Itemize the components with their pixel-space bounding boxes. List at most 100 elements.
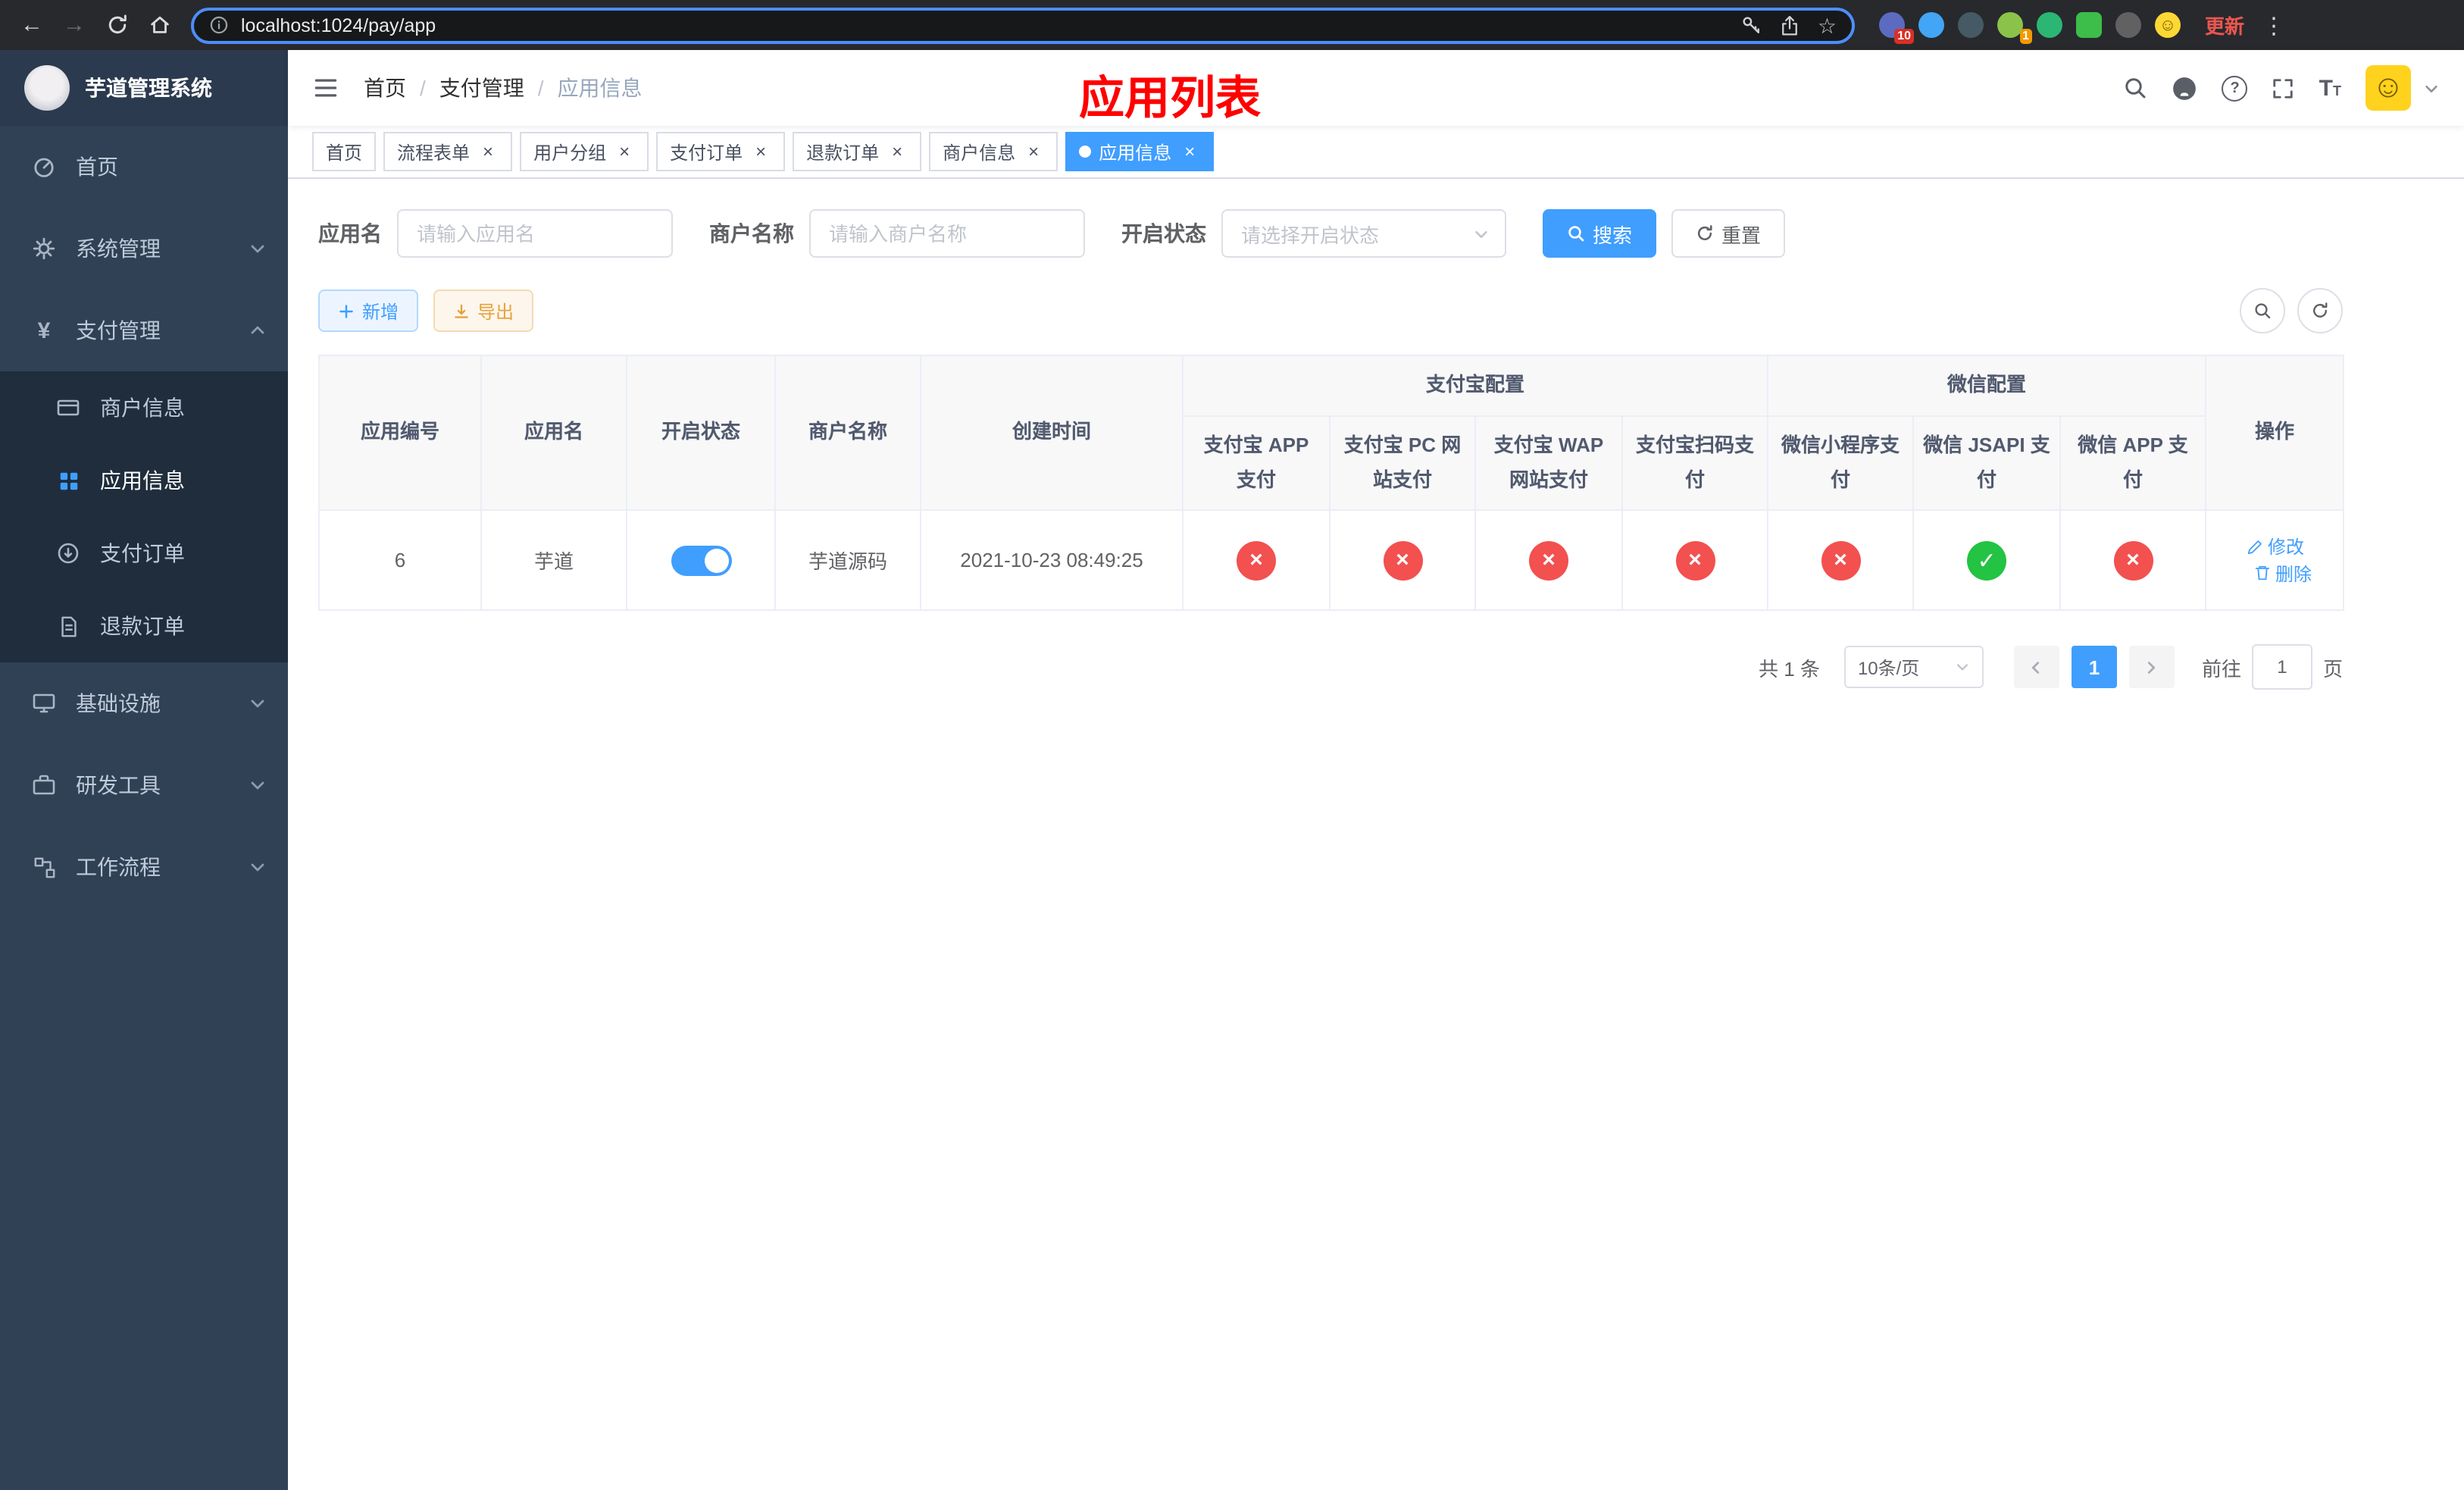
browser-home-button[interactable] — [139, 5, 179, 45]
app-title: 芋道管理系统 — [85, 76, 212, 100]
sidebar-item-label: 商户信息 — [100, 396, 185, 420]
extension-icon-8[interactable]: ☺ — [2155, 12, 2181, 38]
search-icon — [2255, 303, 2271, 319]
browser-back-button[interactable]: ← — [12, 5, 52, 45]
help-icon[interactable]: ? — [2222, 75, 2248, 101]
github-icon[interactable] — [2172, 75, 2198, 101]
browser-forward-button[interactable]: → — [55, 5, 94, 45]
toggle-search-button[interactable] — [2240, 288, 2285, 333]
enabled-toggle[interactable] — [671, 545, 731, 575]
goto-page-input[interactable] — [2251, 644, 2312, 690]
sidebar-item-home[interactable]: 首页 — [0, 126, 288, 208]
next-page-button[interactable] — [2128, 646, 2175, 688]
bookmark-star-icon[interactable]: ☆ — [1818, 14, 1837, 36]
tab-payment-orders[interactable]: 支付订单 × — [656, 132, 786, 171]
page-number-button[interactable]: 1 — [2071, 646, 2117, 688]
screen: ← → localhost:1024/pay/app ☆ 10 1 ☺ 更新 ⋮… — [0, 0, 2464, 1490]
edit-button[interactable]: 修改 — [2245, 534, 2304, 559]
col-header-merchant: 商户名称 — [774, 355, 921, 511]
close-icon[interactable]: × — [750, 141, 771, 162]
sidebar-logo-row: 芋道管理系统 — [0, 50, 288, 126]
tab-process-form[interactable]: 流程表单 × — [383, 132, 513, 171]
extension-icon-2[interactable] — [1918, 12, 1944, 38]
sidebar-item-infrastructure[interactable]: 基础设施 — [0, 662, 288, 744]
col-header-wx-lite: 微信小程序支付 — [1767, 415, 1915, 511]
address-bar[interactable]: localhost:1024/pay/app ☆ — [191, 7, 1855, 43]
app-name-input[interactable] — [397, 209, 673, 258]
extension-icon-6[interactable] — [2076, 12, 2102, 38]
close-icon[interactable]: × — [1023, 141, 1044, 162]
browser-chrome: ← → localhost:1024/pay/app ☆ 10 1 ☺ 更新 ⋮ — [0, 0, 2464, 50]
plus-icon — [339, 304, 353, 318]
monitor-icon — [30, 691, 58, 715]
extension-icon-1[interactable]: 10 — [1879, 12, 1914, 44]
tab-refund-orders[interactable]: 退款订单 × — [793, 132, 922, 171]
goto-prefix: 前往 — [2201, 657, 2241, 680]
close-icon[interactable]: × — [1179, 141, 1200, 162]
merchant-name-label: 商户名称 — [709, 221, 794, 246]
browser-reload-button[interactable] — [97, 5, 136, 45]
breadcrumb-payment[interactable]: 支付管理 — [439, 73, 524, 103]
sidebar-item-workflow[interactable]: 工作流程 — [0, 826, 288, 908]
extension-icon-7[interactable] — [2115, 12, 2141, 38]
browser-menu-button[interactable]: ⋮ — [2262, 11, 2285, 39]
delete-button[interactable]: 删除 — [2253, 560, 2312, 586]
export-button[interactable]: 导出 — [433, 290, 534, 332]
site-info-icon[interactable] — [209, 15, 229, 35]
close-icon[interactable]: × — [886, 141, 908, 162]
page-title: 应用列表 — [1079, 74, 1261, 124]
tab-user-group[interactable]: 用户分组 × — [520, 132, 649, 171]
close-icon[interactable]: × — [614, 141, 635, 162]
sidebar-item-merchant-info[interactable]: 商户信息 — [0, 371, 288, 444]
cell-wx-app: × — [2059, 509, 2207, 611]
merchant-name-input[interactable] — [809, 209, 1085, 258]
reset-button[interactable]: 重置 — [1671, 209, 1786, 258]
sidebar-item-label: 工作流程 — [76, 855, 161, 879]
tab-app-info[interactable]: 应用信息 × — [1065, 132, 1215, 171]
avatar[interactable]: ☺ — [2366, 65, 2411, 111]
extension-icon-4[interactable]: 1 — [1997, 12, 2032, 44]
refresh-table-button[interactable] — [2297, 288, 2343, 333]
chevron-down-icon — [249, 858, 267, 876]
credit-card-icon — [55, 396, 82, 420]
font-size-icon[interactable]: TT — [2319, 75, 2341, 101]
add-button[interactable]: 新增 — [318, 290, 419, 332]
close-icon[interactable]: × — [477, 141, 499, 162]
search-button[interactable]: 搜索 — [1543, 209, 1657, 258]
app-logo — [24, 65, 70, 111]
sidebar-item-system[interactable]: 系统管理 — [0, 208, 288, 290]
url-text[interactable]: localhost:1024/pay/app — [241, 14, 1730, 36]
tab-home[interactable]: 首页 — [312, 132, 377, 171]
goto-suffix: 页 — [2322, 657, 2343, 680]
share-icon[interactable] — [1780, 14, 1801, 36]
tab-label: 退款订单 — [806, 142, 880, 163]
browser-update-chip[interactable]: 更新 — [2205, 11, 2244, 39]
fullscreen-icon[interactable] — [2272, 77, 2295, 99]
status-cross-icon: × — [2113, 540, 2153, 580]
sidebar-item-payment[interactable]: ¥ 支付管理 — [0, 290, 288, 371]
password-key-icon[interactable] — [1742, 14, 1763, 36]
goto-page: 前往 页 — [2202, 644, 2343, 690]
extension-icon-5[interactable] — [2037, 12, 2062, 38]
chevron-down-icon — [249, 776, 267, 794]
cell-status — [626, 509, 776, 611]
sidebar-item-refund-orders[interactable]: 退款订单 — [0, 590, 288, 662]
address-bar-actions: ☆ — [1742, 14, 1837, 36]
table-toolbar: 新增 导出 — [318, 288, 2343, 333]
page-size-select[interactable]: 10条/页 — [1843, 646, 1984, 688]
prev-page-button[interactable] — [2013, 646, 2059, 688]
breadcrumb-home[interactable]: 首页 — [364, 73, 406, 103]
navbar-actions: ? TT ☺ — [2124, 65, 2440, 111]
sidebar-item-app-info[interactable]: 应用信息 — [0, 444, 288, 517]
hamburger-icon[interactable] — [312, 74, 339, 102]
sidebar-item-dev-tools[interactable]: 研发工具 — [0, 744, 288, 826]
search-icon[interactable] — [2124, 76, 2148, 100]
pagination-total: 共 1 条 — [1759, 657, 1820, 680]
status-select[interactable]: 请选择开启状态 — [1221, 209, 1506, 258]
filter-form: 应用名 商户名称 开启状态 请选择开启状态 — [318, 209, 2343, 258]
status-select-placeholder: 请选择开启状态 — [1241, 224, 1380, 246]
chevron-left-icon — [2032, 661, 2040, 673]
extension-icon-3[interactable] — [1958, 12, 1984, 38]
sidebar-item-payment-orders[interactable]: 支付订单 — [0, 517, 288, 590]
tab-merchant-info[interactable]: 商户信息 × — [929, 132, 1058, 171]
